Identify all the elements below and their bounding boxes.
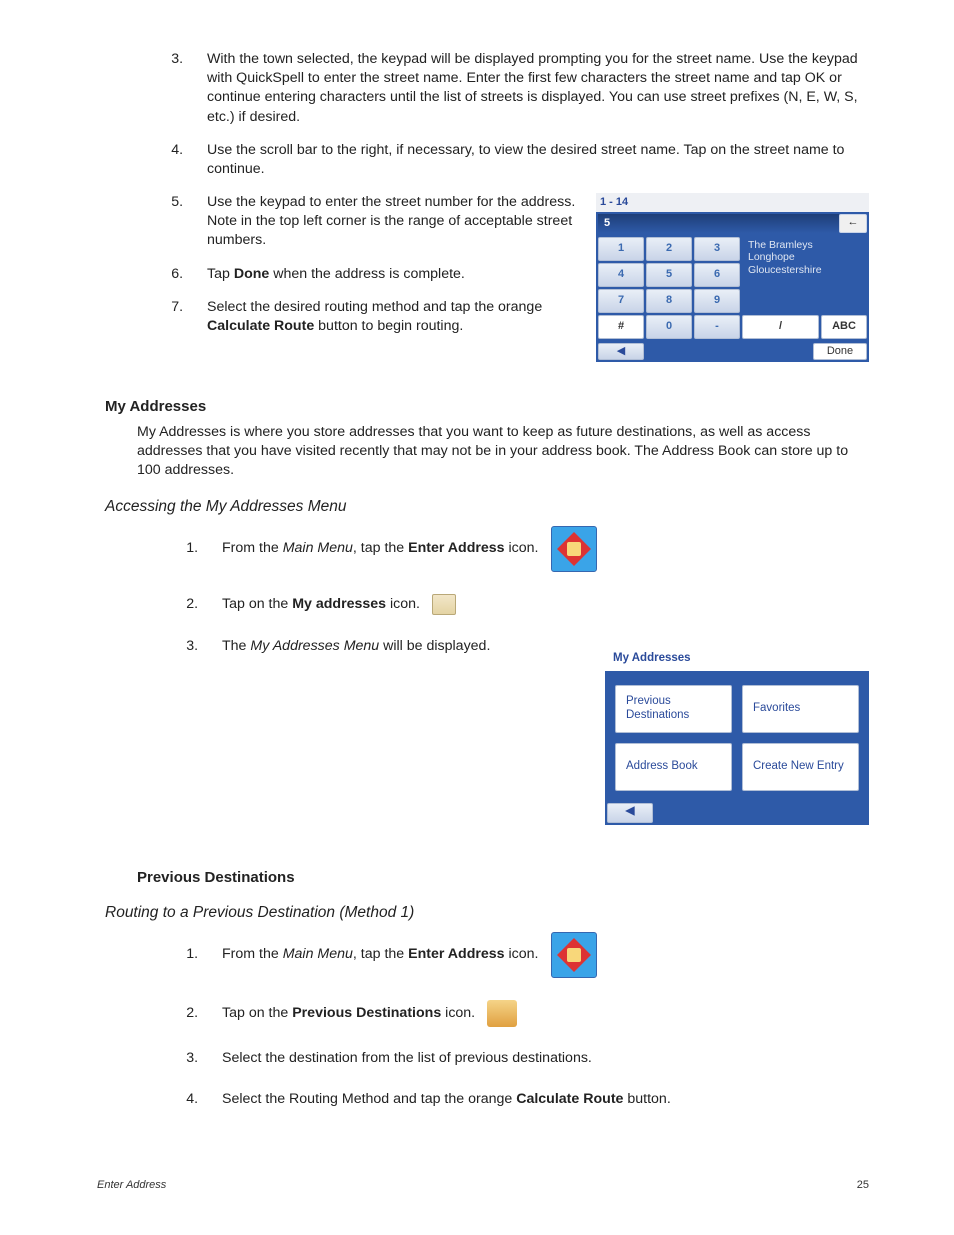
r1-e: icon. <box>505 946 539 962</box>
menu-favorites[interactable]: Favorites <box>742 685 859 733</box>
r2-b: Previous Destinations <box>292 1005 441 1021</box>
a2-a: Tap on the <box>222 596 292 612</box>
menu-title: My Addresses <box>605 647 869 671</box>
menu-buttons: Previous Destinations Favorites Address … <box>605 671 869 801</box>
previous-destinations-icon <box>487 1000 517 1027</box>
access-step-3: My Addresses Previous Destinations Favor… <box>202 637 869 656</box>
keypad-back-nav[interactable]: ◀ <box>598 343 644 360</box>
key-dash[interactable]: - <box>694 315 740 339</box>
menu-create-new-entry[interactable]: Create New Entry <box>742 743 859 791</box>
a1-d: Enter Address <box>408 540 504 556</box>
step-7-c: button to begin routing. <box>314 318 463 334</box>
r2-c: icon. <box>441 1005 475 1021</box>
routing-step-1: From the Main Menu, tap the Enter Addres… <box>202 932 869 978</box>
access-step-2: Tap on the My addresses icon. <box>202 594 869 615</box>
r1-d: Enter Address <box>408 946 504 962</box>
routing-step-2: Tap on the Previous Destinations icon. <box>202 1000 869 1027</box>
keypad-input-row: 5 ← <box>596 212 869 235</box>
steps-continued: With the town selected, the keypad will … <box>97 50 869 336</box>
a2-c: icon. <box>386 596 420 612</box>
step-7-calc: Calculate Route <box>207 318 314 334</box>
key-4[interactable]: 4 <box>598 263 644 287</box>
step-5: 1 - 14 5 ← 1 2 3 The Bramleys Longhope G… <box>187 193 869 251</box>
address-line-3: Gloucestershire <box>748 264 861 277</box>
key-7[interactable]: 7 <box>598 289 644 313</box>
enter-address-icon-2 <box>551 932 597 978</box>
previous-destinations-heading: Previous Destinations <box>137 869 869 886</box>
routing-subheading: Routing to a Previous Destination (Metho… <box>105 904 869 922</box>
routing-step-4: Select the Routing Method and tap the or… <box>202 1090 869 1109</box>
access-step-1: From the Main Menu, tap the Enter Addres… <box>202 526 869 572</box>
step-5-text: Use the keypad to enter the street numbe… <box>207 194 575 248</box>
keypad-done-button[interactable]: Done <box>813 343 867 360</box>
key-6[interactable]: 6 <box>694 263 740 287</box>
keypad-input-value[interactable]: 5 <box>598 214 839 233</box>
menu-back-nav[interactable]: ◀ <box>607 803 653 823</box>
a3-a: The <box>222 638 250 654</box>
key-0[interactable]: 0 <box>646 315 692 339</box>
accessing-subheading: Accessing the My Addresses Menu <box>105 498 869 516</box>
key-hash[interactable]: # <box>598 315 644 339</box>
a2-b: My addresses <box>292 596 386 612</box>
r4-c: button. <box>623 1091 670 1107</box>
r3-text: Select the destination from the list of … <box>222 1050 592 1066</box>
r4-a: Select the Routing Method and tap the or… <box>222 1091 516 1107</box>
key-1[interactable]: 1 <box>598 237 644 261</box>
a1-a: From the <box>222 540 283 556</box>
key-3[interactable]: 3 <box>694 237 740 261</box>
enter-address-icon <box>551 526 597 572</box>
r1-a: From the <box>222 946 283 962</box>
accessing-steps: From the Main Menu, tap the Enter Addres… <box>97 526 869 656</box>
step-3-text: With the town selected, the keypad will … <box>207 51 858 125</box>
routing-steps: From the Main Menu, tap the Enter Addres… <box>97 932 869 1109</box>
r1-b: Main Menu <box>283 946 353 962</box>
my-addresses-body: My Addresses is where you store addresse… <box>137 423 865 481</box>
menu-bottom-bar: ◀ <box>605 801 869 825</box>
keypad-address-preview: The Bramleys Longhope Gloucestershire <box>742 237 867 313</box>
step-6-done: Done <box>234 266 269 282</box>
key-5[interactable]: 5 <box>646 263 692 287</box>
spacer <box>646 343 811 360</box>
step-4-text: Use the scroll bar to the right, if nece… <box>207 142 844 177</box>
key-slash[interactable]: / <box>742 315 819 339</box>
step-7-a: Select the desired routing method and ta… <box>207 299 542 315</box>
key-9[interactable]: 9 <box>694 289 740 313</box>
step-6-a: Tap <box>207 266 234 282</box>
routing-step-3: Select the destination from the list of … <box>202 1049 869 1068</box>
a1-b: Main Menu <box>283 540 353 556</box>
step-4: Use the scroll bar to the right, if nece… <box>187 141 869 179</box>
key-abc[interactable]: ABC <box>821 315 867 339</box>
my-addresses-menu-screenshot: My Addresses Previous Destinations Favor… <box>605 647 869 825</box>
keypad-range: 1 - 14 <box>596 193 869 212</box>
address-line-1: The Bramleys <box>748 239 861 252</box>
footer-section: Enter Address <box>97 1179 166 1191</box>
keypad-grid: 1 2 3 The Bramleys Longhope Gloucestersh… <box>596 235 869 341</box>
footer-page-number: 25 <box>857 1179 869 1191</box>
a3-c: will be displayed. <box>379 638 490 654</box>
my-addresses-icon <box>432 594 456 615</box>
backspace-button[interactable]: ← <box>839 214 867 233</box>
address-line-2: Longhope <box>748 251 861 264</box>
menu-address-book[interactable]: Address Book <box>615 743 732 791</box>
key-8[interactable]: 8 <box>646 289 692 313</box>
menu-previous-destinations[interactable]: Previous Destinations <box>615 685 732 733</box>
a3-b: My Addresses Menu <box>250 638 379 654</box>
r1-c: , tap the <box>353 946 408 962</box>
r2-a: Tap on the <box>222 1005 292 1021</box>
a1-c: , tap the <box>353 540 408 556</box>
page-footer: Enter Address 25 <box>97 1179 869 1191</box>
key-2[interactable]: 2 <box>646 237 692 261</box>
step-6-c: when the address is complete. <box>269 266 465 282</box>
my-addresses-heading: My Addresses <box>105 398 869 415</box>
keypad-screenshot: 1 - 14 5 ← 1 2 3 The Bramleys Longhope G… <box>596 193 869 362</box>
step-3: With the town selected, the keypad will … <box>187 50 869 127</box>
r4-b: Calculate Route <box>516 1091 623 1107</box>
a1-e: icon. <box>505 540 539 556</box>
keypad-bottom-bar: ◀ Done <box>596 341 869 362</box>
